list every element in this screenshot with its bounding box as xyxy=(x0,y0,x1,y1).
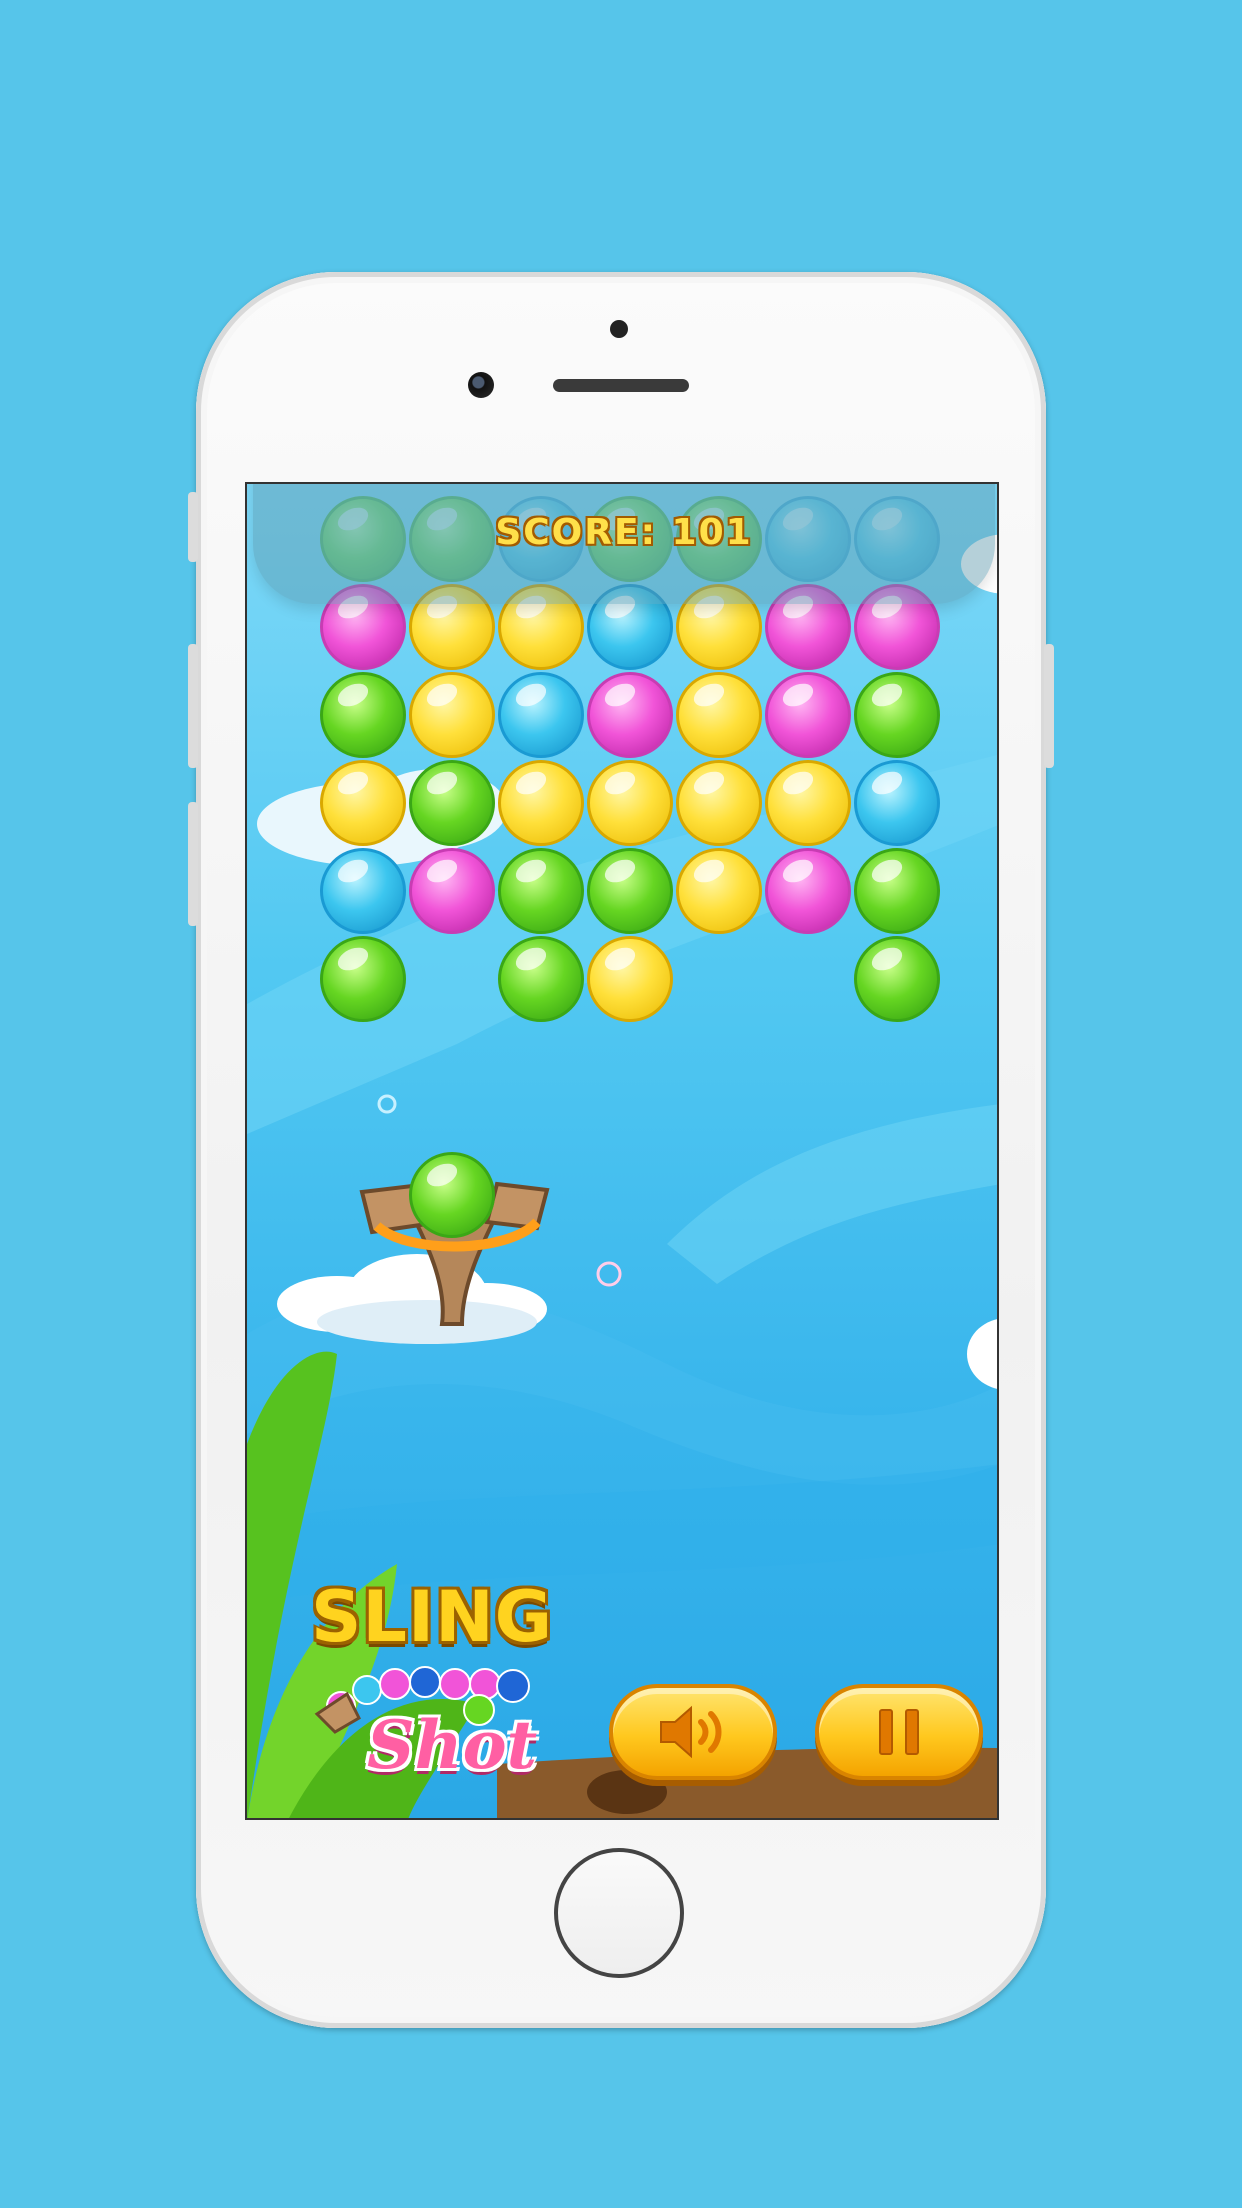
home-button[interactable] xyxy=(554,1848,684,1978)
logo-sling-text: SLING xyxy=(311,1576,554,1658)
power-button xyxy=(1044,644,1054,768)
bubble-yellow xyxy=(587,760,673,846)
bubble-yellow xyxy=(320,760,406,846)
bubble-green xyxy=(498,848,584,934)
mute-switch xyxy=(188,492,198,562)
bubble-green xyxy=(854,936,940,1022)
bubble-pink xyxy=(765,848,851,934)
earpiece-speaker xyxy=(553,379,689,392)
bubble-yellow xyxy=(676,672,762,758)
bubble-green xyxy=(498,936,584,1022)
bubble-green xyxy=(320,672,406,758)
pause-button[interactable] xyxy=(815,1684,983,1780)
bubble-pink xyxy=(765,672,851,758)
bubble-pink xyxy=(409,848,495,934)
bubble-green xyxy=(587,848,673,934)
speaker-icon xyxy=(660,1705,722,1759)
volume-up-button xyxy=(188,644,198,768)
bubble-yellow xyxy=(676,760,762,846)
bubble-yellow xyxy=(498,760,584,846)
bubble-yellow xyxy=(676,848,762,934)
bubble-yellow xyxy=(409,672,495,758)
score-label: SCORE: 101 xyxy=(495,512,753,553)
bubble-green xyxy=(320,936,406,1022)
bubble-green xyxy=(409,760,495,846)
bubble-blue xyxy=(854,760,940,846)
game-screen[interactable]: SCORE: 101 SLING Shot xyxy=(245,482,999,1820)
bubble-yellow xyxy=(765,760,851,846)
bubble-green xyxy=(854,848,940,934)
logo-shot-text: Shot xyxy=(367,1706,538,1784)
volume-down-button xyxy=(188,802,198,926)
bubble-yellow xyxy=(587,936,673,1022)
sound-button[interactable] xyxy=(609,1684,777,1780)
bubble-blue xyxy=(320,848,406,934)
proximity-sensor xyxy=(610,320,628,338)
bubble-blue xyxy=(498,672,584,758)
pause-icon xyxy=(879,1709,919,1755)
loaded-bubble[interactable] xyxy=(409,1152,495,1238)
bubble-green xyxy=(854,672,940,758)
bubble-pink xyxy=(587,672,673,758)
front-camera xyxy=(468,372,494,398)
